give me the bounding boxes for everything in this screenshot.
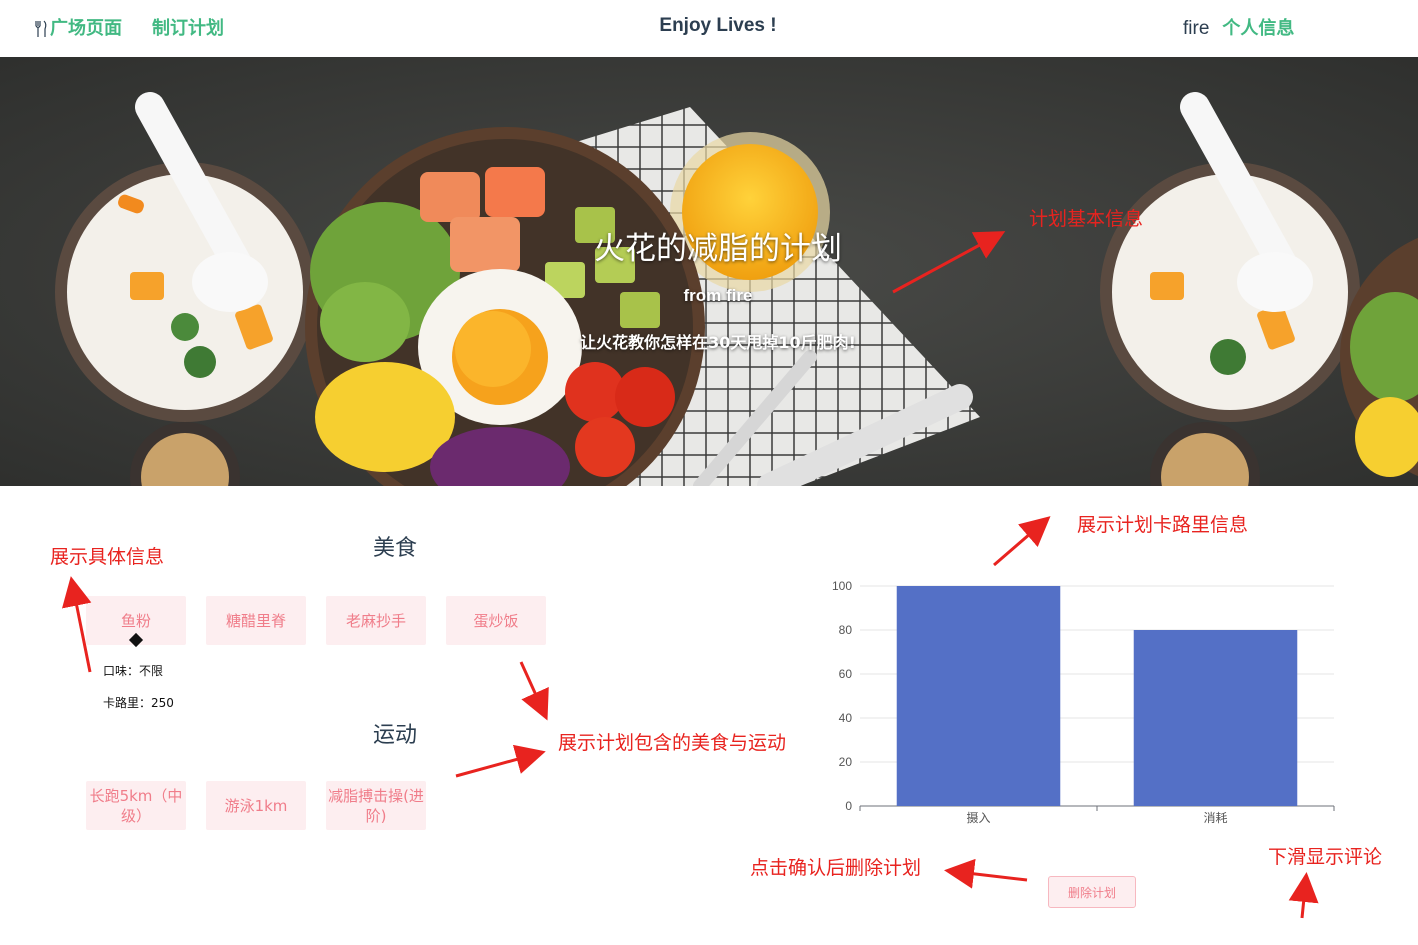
y-tick-label: 80 [839, 623, 853, 637]
delete-plan-button[interactable]: 删除计划 [1048, 876, 1136, 908]
plan-description: 让火花教你怎样在30天甩掉10斤肥肉! [580, 333, 856, 352]
sport-tag-2[interactable]: 游泳1km [206, 781, 306, 830]
arrow-calorie [993, 516, 1051, 567]
y-tick-label: 20 [839, 755, 853, 769]
arrow-delete [944, 858, 1028, 889]
plan-name: 火花的减脂的计划 [594, 231, 842, 267]
sport-section-title: 运动 [373, 723, 418, 748]
arrow-sport [455, 744, 546, 778]
bar-0 [896, 586, 1061, 806]
annotation-calorie: 展示计划卡路里信息 [1077, 514, 1249, 536]
food-tag-3[interactable]: 老麻抄手 [326, 596, 426, 645]
annotation-detail: 展示具体信息 [50, 546, 165, 568]
sport-tag-1[interactable]: 长跑5km（中级） [86, 781, 186, 830]
y-tick-label: 100 [832, 579, 852, 593]
annotation-contains: 展示计划包含的美食与运动 [558, 732, 787, 754]
food-banner-image [0, 57, 1418, 486]
y-tick-label: 40 [839, 711, 853, 725]
nav-link-profile[interactable]: 个人信息 [1222, 17, 1294, 41]
annotation-scroll-hint: 下滑显示评论 [1268, 846, 1383, 868]
arrow-scroll [1288, 872, 1319, 919]
x-tick-label: 摄入 [966, 810, 990, 825]
username: fire [1183, 18, 1210, 39]
bar-1 [1133, 630, 1298, 806]
sport-tag-3[interactable]: 减脂搏击操(进阶) [326, 781, 426, 830]
annotation-delete-hint: 点击确认后删除计划 [750, 857, 922, 879]
y-tick-label: 0 [845, 799, 852, 813]
food-tag-2[interactable]: 糖醋里脊 [206, 596, 306, 645]
tooltip-calories: 卡路里：250 [103, 696, 174, 710]
y-tick-label: 60 [839, 667, 853, 681]
tooltip-taste: 口味：不限 [103, 664, 164, 678]
plan-author: from fire [683, 286, 753, 305]
top-navbar: 广场页面 制订计划 Enjoy Lives ! fire 个人信息 [0, 0, 1418, 57]
nav-right: fire 个人信息 [1183, 17, 1294, 41]
food-tag-4[interactable]: 蛋炒饭 [446, 596, 546, 645]
arrow-food [519, 661, 549, 721]
x-tick-label: 消耗 [1203, 811, 1227, 825]
hero-banner: 火花的减脂的计划 from fire 让火花教你怎样在30天甩掉10斤肥肉! [0, 57, 1418, 486]
food-section-title: 美食 [373, 536, 418, 561]
annotation-plan-basic: 计划基本信息 [1029, 208, 1144, 230]
calorie-bar-chart: 0 20 40 60 80 100 摄入 消耗 [832, 579, 1335, 825]
